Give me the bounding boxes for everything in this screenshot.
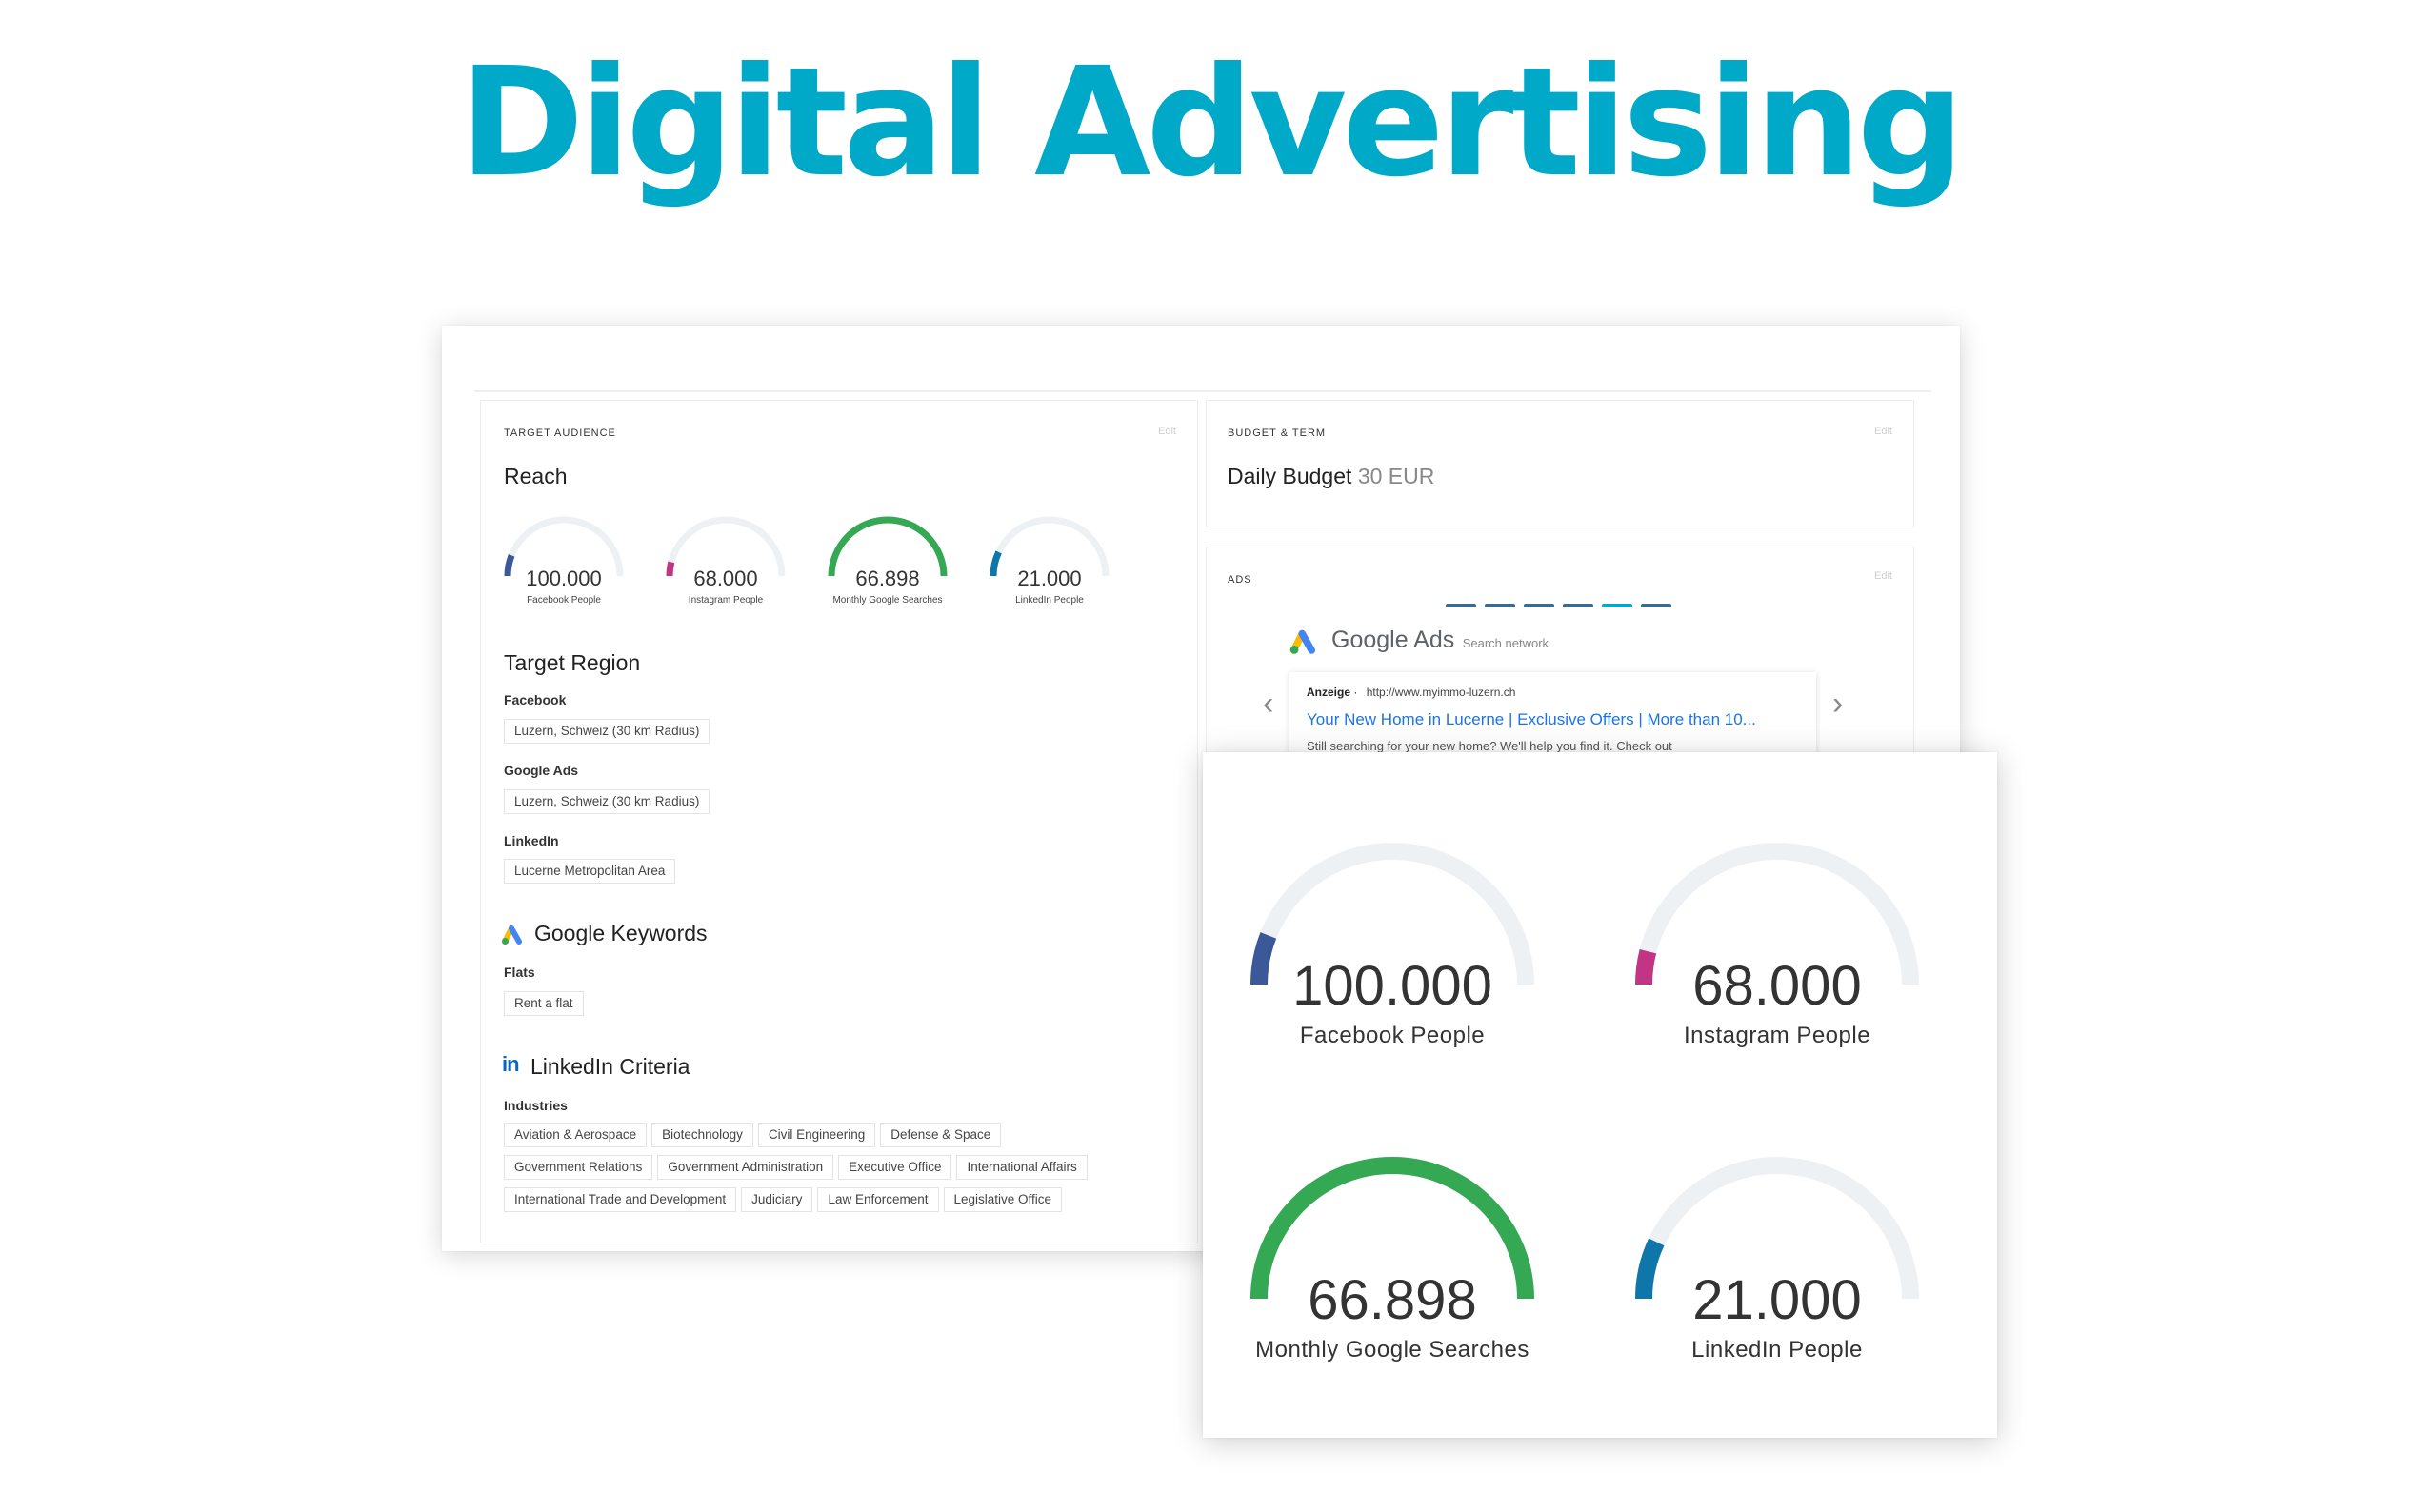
budget-label: BUDGET & TERM xyxy=(1228,428,1327,439)
gauge-caption: Instagram People xyxy=(688,595,764,606)
divider xyxy=(474,390,1931,392)
linkedin-reach-gauge: 21.000 LinkedIn People xyxy=(988,515,1111,610)
industry-tag: International Affairs xyxy=(956,1155,1088,1180)
industries-row-3: International Trade and Development Judi… xyxy=(504,1187,1063,1212)
region-tag-facebook: Luzern, Schweiz (30 km Radius) xyxy=(504,719,710,744)
google-ads-brand-name: Google Ads xyxy=(1331,627,1455,653)
ad-carousel-indicators[interactable] xyxy=(1446,604,1671,607)
gauge-caption: LinkedIn People xyxy=(1691,1337,1863,1363)
gauge-caption: Facebook People xyxy=(527,595,601,606)
industry-tag: Aviation & Aerospace xyxy=(504,1123,648,1147)
ad-description: Still searching for your new home? We'll… xyxy=(1307,739,1672,753)
target-region-title: Target Region xyxy=(504,650,641,675)
gauge-value: 66.898 xyxy=(1308,1269,1477,1331)
gauge-caption: Monthly Google Searches xyxy=(832,595,943,606)
industry-tag: Government Administration xyxy=(657,1155,834,1180)
instagram-people-gauge: 68.000 Instagram People xyxy=(1620,842,1934,1070)
carousel-dot[interactable] xyxy=(1485,604,1515,607)
gauge-value: 68.000 xyxy=(693,567,758,590)
industry-tag: Law Enforcement xyxy=(817,1187,939,1212)
industry-tag: Defense & Space xyxy=(880,1123,1002,1147)
industries-row-2: Government Relations Government Administ… xyxy=(504,1155,1088,1180)
google-ads-brand: Google Ads Search network xyxy=(1331,627,1549,654)
ad-preview-card[interactable]: Anzeige · http://www.myimmo-luzern.ch Yo… xyxy=(1289,672,1816,758)
linkedin-criteria-title: LinkedIn Criteria xyxy=(530,1054,690,1079)
edit-ads-link[interactable]: Edit xyxy=(1874,570,1892,582)
region-tag-google-ads: Luzern, Schweiz (30 km Radius) xyxy=(504,789,710,814)
industry-tag: Legislative Office xyxy=(943,1187,1063,1212)
ad-prev-arrow[interactable]: ‹ xyxy=(1263,687,1273,720)
gauge-value: 68.000 xyxy=(1692,955,1862,1017)
linkedin-icon: in xyxy=(502,1052,520,1076)
industry-tag: Civil Engineering xyxy=(757,1123,876,1147)
gauge-caption: LinkedIn People xyxy=(1015,595,1084,606)
keywords-group-label: Flats xyxy=(504,965,535,980)
industry-tag: International Trade and Development xyxy=(504,1187,737,1212)
google-searches-gauge: 66.898 Monthly Google Searches xyxy=(826,515,950,610)
google-ads-icon xyxy=(502,925,522,945)
target-audience-panel: TARGET AUDIENCE Edit Reach 100.000 Faceb… xyxy=(480,400,1198,1243)
industry-tag: Judiciary xyxy=(741,1187,813,1212)
gauge-caption: Monthly Google Searches xyxy=(1255,1337,1529,1363)
edit-budget-link[interactable]: Edit xyxy=(1874,426,1892,437)
region-platform-linkedin: LinkedIn xyxy=(504,833,559,848)
carousel-dot[interactable] xyxy=(1563,604,1593,607)
ad-separator: · xyxy=(1353,686,1358,699)
ad-meta-line: Anzeige · http://www.myimmo-luzern.ch xyxy=(1307,686,1515,699)
gauge-caption: Facebook People xyxy=(1299,1023,1486,1048)
carousel-dot[interactable] xyxy=(1524,604,1554,607)
reach-title: Reach xyxy=(504,464,568,488)
ad-next-arrow[interactable]: › xyxy=(1832,687,1843,720)
google-ads-logo-icon xyxy=(1289,629,1315,654)
instagram-reach-gauge: 68.000 Instagram People xyxy=(664,515,788,610)
gauge-value: 66.898 xyxy=(855,567,920,590)
target-audience-label: TARGET AUDIENCE xyxy=(504,428,616,439)
ads-label: ADS xyxy=(1228,574,1252,586)
carousel-dot-active[interactable] xyxy=(1602,604,1632,607)
industries-label: Industries xyxy=(504,1098,568,1113)
keyword-tag: Rent a flat xyxy=(504,991,584,1016)
linkedin-people-gauge: 21.000 LinkedIn People xyxy=(1620,1156,1934,1384)
budget-panel: BUDGET & TERM Edit Daily Budget 30 EUR xyxy=(1206,400,1914,527)
edit-target-audience-link[interactable]: Edit xyxy=(1158,426,1176,437)
monthly-google-searches-gauge: 66.898 Monthly Google Searches xyxy=(1235,1156,1549,1384)
daily-budget-amount: 30 EUR xyxy=(1357,464,1435,488)
facebook-people-gauge: 100.000 Facebook People xyxy=(1235,842,1549,1070)
industry-tag: Biotechnology xyxy=(651,1123,753,1147)
gauge-value: 21.000 xyxy=(1692,1269,1862,1331)
ad-label: Anzeige xyxy=(1307,686,1351,699)
industry-tag: Executive Office xyxy=(838,1155,952,1180)
ad-headline-link[interactable]: Your New Home in Lucerne | Exclusive Off… xyxy=(1307,710,1756,729)
google-ads-network: Search network xyxy=(1462,636,1549,650)
region-platform-google-ads: Google Ads xyxy=(504,763,579,778)
region-tag-linkedin: Lucerne Metropolitan Area xyxy=(504,859,676,884)
facebook-reach-gauge: 100.000 Facebook People xyxy=(502,515,626,610)
gauge-value: 100.000 xyxy=(1292,955,1492,1017)
gauge-value: 100.000 xyxy=(526,567,602,590)
daily-budget-title: Daily Budget xyxy=(1228,464,1352,488)
carousel-dot[interactable] xyxy=(1641,604,1671,607)
industries-row-1: Aviation & Aerospace Biotechnology Civil… xyxy=(504,1123,1002,1147)
gauge-value: 21.000 xyxy=(1017,567,1082,590)
reach-gauges-overlay-card: 100.000 Facebook People 68.000 Instagram… xyxy=(1203,752,1997,1438)
region-platform-facebook: Facebook xyxy=(504,692,567,707)
page-title: Digital Advertising xyxy=(459,35,1965,210)
carousel-dot[interactable] xyxy=(1446,604,1476,607)
industry-tag: Government Relations xyxy=(504,1155,653,1180)
daily-budget-line: Daily Budget 30 EUR xyxy=(1228,464,1434,489)
google-keywords-title: Google Keywords xyxy=(534,921,708,945)
gauge-caption: Instagram People xyxy=(1683,1023,1871,1048)
ad-url: http://www.myimmo-luzern.ch xyxy=(1366,686,1516,699)
